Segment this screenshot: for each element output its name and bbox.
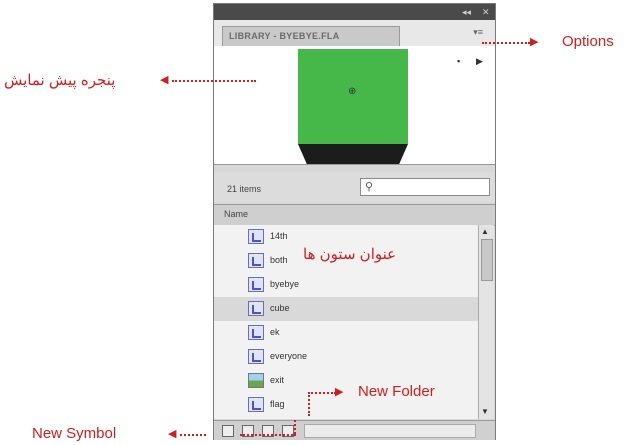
column-titles-callout: عنوان ستون ها bbox=[303, 246, 397, 263]
list-item-label: ek bbox=[270, 327, 280, 337]
list-item[interactable]: ek bbox=[214, 321, 478, 345]
list-item[interactable]: flag bbox=[214, 393, 478, 417]
tab-row: LIBRARY - BYEBYE.FLA ▾≡ bbox=[214, 20, 495, 47]
preview-window-callout: پنجره پیش نمایش bbox=[4, 72, 116, 89]
new-folder-callout: New Folder bbox=[358, 383, 435, 400]
scroll-up-icon[interactable]: ▲ bbox=[481, 227, 489, 236]
panel-titlebar[interactable]: ◂◂ ✕ bbox=[214, 4, 495, 20]
list-item-label: cube bbox=[270, 303, 290, 313]
list-item-label: byebye bbox=[270, 279, 300, 289]
list-item[interactable]: byebye bbox=[214, 273, 478, 297]
list-item[interactable]: cube bbox=[214, 297, 478, 321]
horizontal-scrollbar[interactable] bbox=[304, 424, 476, 438]
preview-window: ⊕ ▪ ▶ bbox=[214, 46, 495, 165]
column-header-name[interactable]: Name bbox=[214, 204, 495, 226]
graphic-symbol-icon bbox=[248, 349, 264, 364]
list-item[interactable]: everyone bbox=[214, 345, 478, 369]
graphic-symbol-icon bbox=[248, 229, 264, 244]
list-item-label: flag bbox=[270, 399, 285, 409]
graphic-symbol-icon bbox=[248, 301, 264, 316]
arrow-right-icon: ▶ bbox=[335, 386, 344, 398]
new-symbol-icon[interactable] bbox=[222, 425, 234, 437]
bitmap-icon bbox=[248, 373, 264, 388]
library-tab[interactable]: LIBRARY - BYEBYE.FLA bbox=[222, 26, 400, 46]
count-bar: 21 items ⚲ bbox=[214, 172, 495, 202]
new-symbol-leader bbox=[180, 434, 206, 436]
new-symbol-leader-vertical bbox=[294, 420, 296, 434]
new-folder-leader bbox=[308, 392, 336, 394]
list-item-label: both bbox=[270, 255, 288, 265]
new-symbol-leader-bottom bbox=[240, 434, 296, 436]
cube-preview-base bbox=[298, 144, 408, 164]
scroll-down-icon[interactable]: ▼ bbox=[481, 407, 489, 416]
list-item[interactable]: exit bbox=[214, 369, 478, 393]
graphic-symbol-icon bbox=[248, 277, 264, 292]
library-tab-label: LIBRARY - BYEBYE.FLA bbox=[229, 31, 340, 41]
options-leader bbox=[482, 42, 530, 44]
options-menu-icon[interactable]: ▾≡ bbox=[473, 27, 483, 38]
scroll-thumb[interactable] bbox=[481, 239, 493, 281]
search-icon: ⚲ bbox=[365, 181, 374, 193]
graphic-symbol-icon bbox=[248, 253, 264, 268]
arrow-left-icon: ◀ bbox=[160, 74, 169, 86]
registration-point-icon: ⊕ bbox=[348, 86, 357, 97]
play-icon[interactable]: ▶ bbox=[476, 56, 483, 67]
library-panel: ◂◂ ✕ LIBRARY - BYEBYE.FLA ▾≡ ⊕ ▪ ▶ 21 it… bbox=[213, 3, 496, 440]
list-item-label: everyone bbox=[270, 351, 308, 361]
column-header-label: Name bbox=[224, 209, 249, 219]
stop-icon[interactable]: ▪ bbox=[457, 56, 460, 66]
bottom-toolbar bbox=[214, 420, 495, 440]
collapse-icon[interactable]: ◂◂ bbox=[462, 6, 471, 18]
search-input[interactable]: ⚲ bbox=[360, 178, 490, 196]
arrow-right-icon: ▶ bbox=[530, 36, 539, 48]
new-symbol-callout: New Symbol bbox=[32, 425, 117, 442]
new-folder-leader-vertical bbox=[308, 392, 310, 416]
list-item-label: exit bbox=[270, 375, 285, 385]
item-count: 21 items bbox=[227, 184, 262, 194]
vertical-scrollbar[interactable]: ▲ ▼ bbox=[478, 225, 494, 419]
arrow-left-icon: ◀ bbox=[168, 428, 177, 440]
close-icon[interactable]: ✕ bbox=[482, 6, 490, 18]
graphic-symbol-icon bbox=[248, 325, 264, 340]
list-item-label: 14th bbox=[270, 231, 288, 241]
graphic-symbol-icon bbox=[248, 397, 264, 412]
options-callout: Options bbox=[562, 33, 614, 50]
preview-leader bbox=[172, 80, 256, 82]
